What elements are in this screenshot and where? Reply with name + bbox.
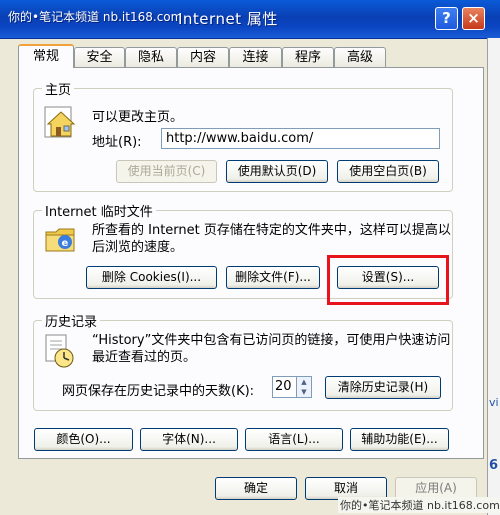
- accessibility-button[interactable]: 辅助功能(E)...: [350, 428, 449, 451]
- footer-watermark: 你的•笔记本频道 nb.it168.com: [338, 497, 500, 513]
- ok-button[interactable]: 确定: [215, 477, 297, 500]
- background-text: 6: [489, 458, 499, 473]
- home-page-description: 可以更改主页。: [92, 110, 184, 125]
- tab-programs[interactable]: 程序: [282, 47, 334, 67]
- tab-general[interactable]: 常规: [18, 44, 74, 68]
- history-icon: [45, 334, 74, 368]
- history-days-stepper[interactable]: ▲ ▼: [296, 376, 312, 398]
- delete-files-button[interactable]: 删除文件(F)...: [226, 266, 320, 289]
- chevron-up-icon[interactable]: ▲: [297, 377, 311, 387]
- highlight-frame: [327, 255, 449, 305]
- svg-text:e: e: [62, 238, 69, 249]
- languages-button[interactable]: 语言(L)...: [245, 428, 343, 451]
- site-watermark: 你的•笔记本频道 nb.it168.com: [8, 10, 183, 24]
- close-button[interactable]: ×: [462, 7, 485, 30]
- address-input[interactable]: http://www.baidu.com/: [161, 128, 440, 149]
- tab-security[interactable]: 安全: [74, 47, 125, 67]
- background-window-edge: vi 6: [487, 38, 500, 515]
- history-legend: 历史记录: [42, 311, 101, 330]
- history-days-label: 网页保存在历史记录中的天数(K):: [62, 384, 255, 399]
- help-button[interactable]: ?: [435, 7, 458, 30]
- tab-advanced[interactable]: 高级: [334, 47, 386, 67]
- window-title: Internet 属性: [178, 10, 278, 28]
- chevron-down-icon[interactable]: ▼: [297, 387, 311, 397]
- clear-history-button[interactable]: 清除历史记录(H): [325, 376, 441, 399]
- temp-files-legend: Internet 临时文件: [42, 201, 156, 220]
- temp-files-description: 所查看的 Internet 页存储在特定的文件夹中，这样可以提高以后浏览的速度。: [92, 223, 451, 255]
- tab-connections[interactable]: 连接: [229, 47, 282, 67]
- history-description: “History”文件夹中包含有已访问页的链接，可使用户快速访问最近查看过的页。: [92, 333, 451, 365]
- use-blank-button[interactable]: 使用空白页(B): [337, 160, 439, 183]
- tab-content[interactable]: 内容: [177, 47, 229, 67]
- home-icon: [44, 106, 76, 138]
- delete-cookies-button[interactable]: 删除 Cookies(I)...: [86, 266, 217, 289]
- folder-ie-icon: e: [45, 228, 75, 252]
- address-label: 地址(R):: [92, 135, 142, 150]
- home-page-legend: 主页: [42, 79, 75, 98]
- fonts-button[interactable]: 字体(N)...: [140, 428, 238, 451]
- use-default-button[interactable]: 使用默认页(D): [226, 160, 328, 183]
- background-text: vi: [489, 396, 499, 409]
- colors-button[interactable]: 颜色(O)...: [34, 428, 133, 451]
- title-bar: 你的•笔记本频道 nb.it168.com Internet 属性 ? ×: [0, 0, 500, 39]
- tab-privacy[interactable]: 隐私: [125, 47, 177, 67]
- history-days-input[interactable]: 20: [272, 376, 297, 398]
- use-current-button[interactable]: 使用当前页(C): [116, 160, 217, 183]
